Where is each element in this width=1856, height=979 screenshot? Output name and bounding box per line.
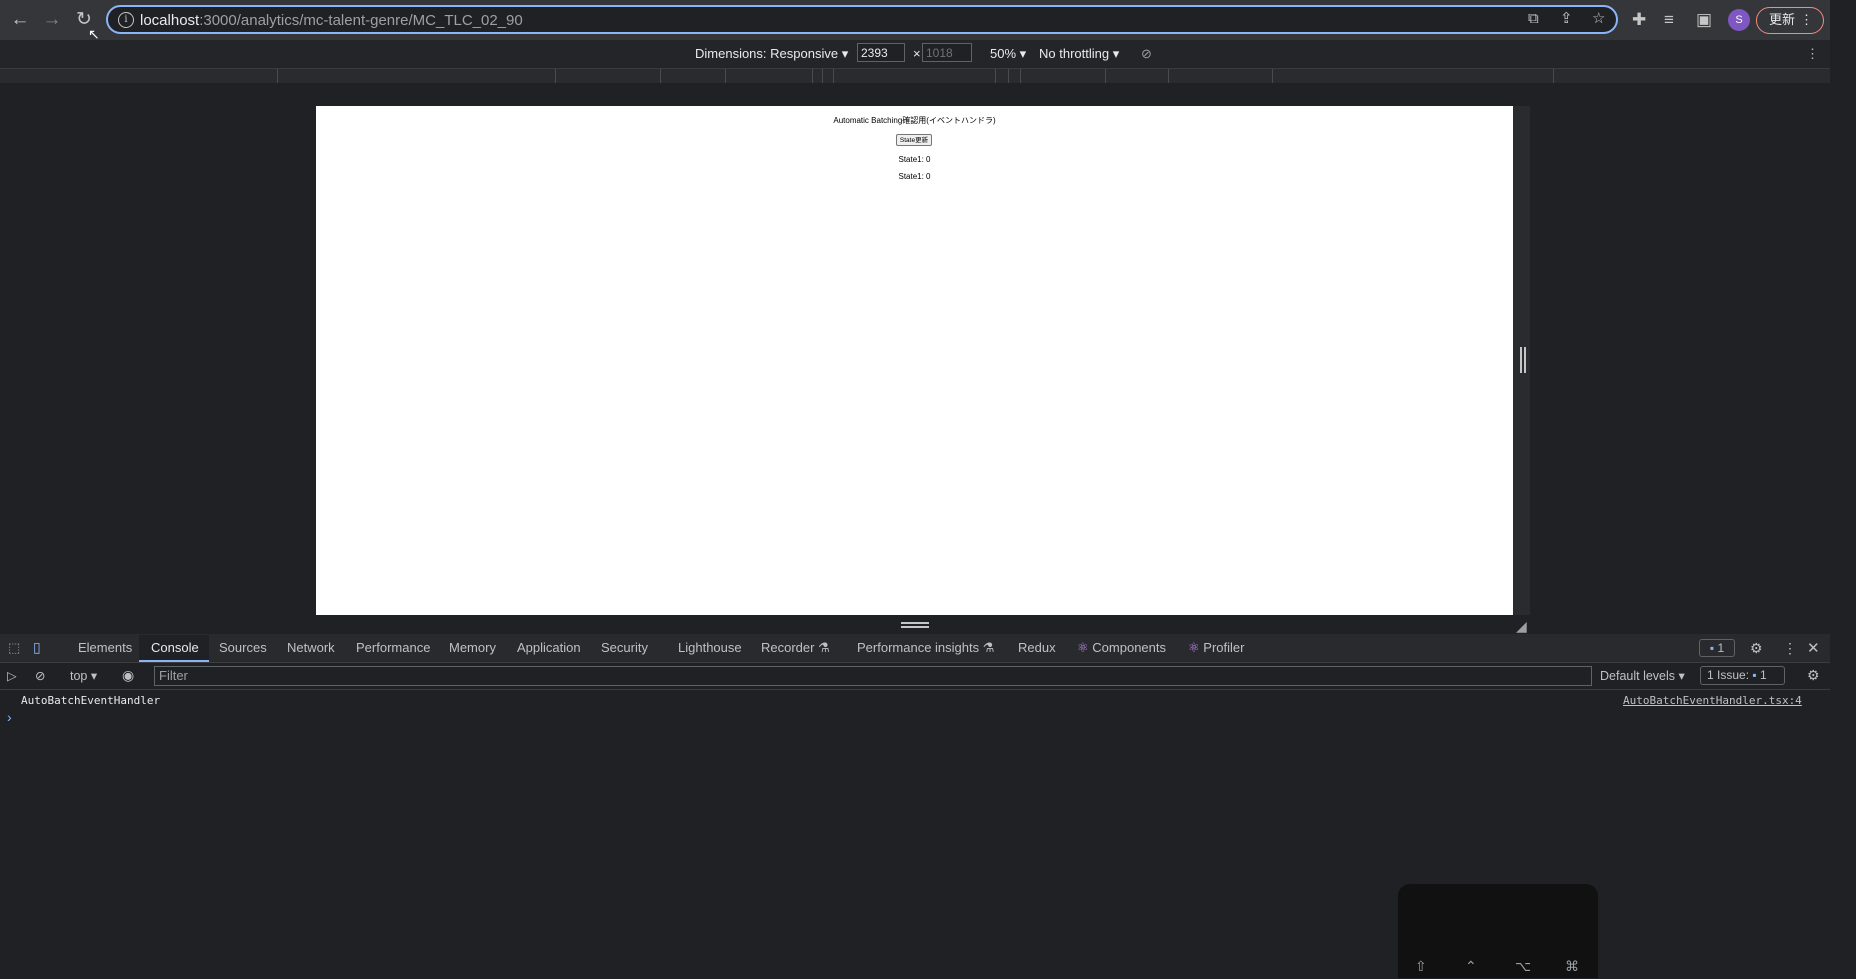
bookmark-star-icon[interactable]: ☆ <box>1592 10 1605 28</box>
close-devtools-icon[interactable]: ✕ <box>1807 639 1820 657</box>
dimensions-dropdown[interactable]: Dimensions: Responsive ▾ <box>695 46 848 62</box>
tab-elements[interactable]: Elements <box>78 640 132 655</box>
tab-profiler[interactable]: ⚛ Profiler <box>1188 640 1244 656</box>
console-log-message: AutoBatchEventHandler <box>21 694 161 707</box>
extensions-icon[interactable]: ✚ <box>1632 8 1646 32</box>
tab-performance-insights[interactable]: Performance insights ⚗ <box>857 640 994 656</box>
page-title: Automatic Batching確認用(イベントハンドラ) <box>833 116 996 125</box>
react-icon: ⚛ <box>1188 640 1200 655</box>
react-icon: ⚛ <box>1077 640 1089 655</box>
resize-handle-bottom[interactable] <box>901 622 929 628</box>
device-more-icon[interactable]: ⋮ <box>1806 46 1819 62</box>
messages-count: 1 <box>1717 641 1725 655</box>
tab-components[interactable]: ⚛ Components <box>1077 640 1166 656</box>
messages-counter[interactable]: ▪ 1 <box>1699 639 1735 657</box>
throttling-label: No throttling <box>1039 46 1110 61</box>
tab-memory[interactable]: Memory <box>449 640 496 655</box>
state1-text-b: State1: 0 <box>898 172 931 181</box>
tab-network[interactable]: Network <box>287 640 335 655</box>
zoom-label: 50% <box>990 46 1017 61</box>
context-selector[interactable]: top ▾ <box>70 668 97 683</box>
address-bar[interactable]: i localhost:3000/analytics/mc-talent-gen… <box>106 5 1618 34</box>
state-update-button[interactable]: State更新 <box>896 134 932 146</box>
update-button[interactable]: 更新 ⋮ <box>1756 7 1824 34</box>
tab-components-label: Components <box>1092 640 1166 655</box>
issues-count: 1 <box>1759 668 1767 682</box>
console-log-source-link[interactable]: AutoBatchEventHandler.tsx:4 <box>1623 694 1802 707</box>
flask-icon: ⚗ <box>982 640 995 655</box>
tab-security[interactable]: Security <box>601 640 648 655</box>
issue-icon: ▪ <box>1752 668 1757 682</box>
command-key-icon: ⌘ <box>1565 958 1579 974</box>
side-panel-icon[interactable]: ▣ <box>1696 8 1712 32</box>
tab-recorder-label: Recorder <box>761 640 815 655</box>
resize-handle-right[interactable] <box>1520 347 1526 373</box>
emulated-viewport: Automatic Batching確認用(イベントハンドラ) State更新 … <box>316 106 1513 615</box>
zoom-dropdown[interactable]: 50% ▾ <box>990 46 1026 62</box>
issues-label: 1 Issue: <box>1707 668 1750 682</box>
window-right-edge <box>1830 0 1856 978</box>
device-toggle-icon[interactable]: ▯ <box>33 639 41 656</box>
log-levels-dropdown[interactable]: Default levels ▾ <box>1600 668 1685 683</box>
device-toolbar: Dimensions: Responsive ▾ × 50% ▾ No thro… <box>0 40 1830 69</box>
profile-avatar[interactable]: S <box>1728 9 1750 31</box>
forward-icon[interactable]: → <box>40 8 64 32</box>
back-icon[interactable]: ← <box>8 8 32 32</box>
tab-lighthouse[interactable]: Lighthouse <box>678 640 742 655</box>
clear-console-icon[interactable]: ⊘ <box>35 668 45 683</box>
issues-counter[interactable]: 1 Issue: ▪ 1 <box>1700 666 1785 685</box>
tab-application[interactable]: Application <box>517 640 581 655</box>
tab-console[interactable]: Console <box>151 640 199 655</box>
dimensions-label: Dimensions: Responsive <box>695 46 839 61</box>
translate-icon[interactable]: ⧉ <box>1528 10 1539 28</box>
update-label: 更新 <box>1769 12 1796 27</box>
rotate-disabled-icon[interactable]: ⊘ <box>1141 46 1152 62</box>
option-key-icon: ⌥ <box>1515 958 1532 974</box>
shift-key-icon: ⇧ <box>1415 958 1427 974</box>
resize-corner-icon[interactable]: ◢ <box>1516 618 1527 635</box>
tab-recorder[interactable]: Recorder ⚗ <box>761 640 830 656</box>
settings-gear-icon[interactable]: ⚙ <box>1750 640 1763 657</box>
tab-profiler-label: Profiler <box>1203 640 1245 655</box>
share-icon[interactable]: ⇪ <box>1560 10 1573 28</box>
media-query-ruler <box>0 69 1830 83</box>
live-expression-eye-icon[interactable]: ◉ <box>122 667 134 684</box>
height-input[interactable]: 1018 <box>922 43 972 62</box>
tab-performance[interactable]: Performance <box>356 640 430 655</box>
tab-performance-insights-label: Performance insights <box>857 640 980 655</box>
tab-redux[interactable]: Redux <box>1018 640 1056 655</box>
url-path: :3000/analytics/mc-talent-genre/MC_TLC_0… <box>199 12 523 29</box>
more-vert-icon: ⋮ <box>1800 12 1813 27</box>
state1-text-a: State1: 0 <box>898 155 931 164</box>
console-settings-icon[interactable]: ⚙ <box>1807 667 1820 684</box>
sidebar-toggle-icon[interactable]: ▷ <box>7 668 17 683</box>
times-icon: × <box>913 46 921 61</box>
console-prompt[interactable]: › <box>7 709 12 725</box>
url-text: localhost:3000/analytics/mc-talent-genre… <box>140 12 523 29</box>
inspect-element-icon[interactable]: ⬚ <box>8 640 20 656</box>
width-input[interactable]: 2393 <box>857 43 905 62</box>
devtools-more-icon[interactable]: ⋮ <box>1783 640 1797 657</box>
url-host: localhost <box>140 12 200 29</box>
reading-list-icon[interactable]: ≡ <box>1664 8 1674 32</box>
console-filter-input[interactable]: Filter <box>154 666 1592 686</box>
flask-icon: ⚗ <box>818 640 830 655</box>
throttling-dropdown[interactable]: No throttling ▾ <box>1039 46 1119 62</box>
message-icon: ▪ <box>1709 641 1715 655</box>
site-info-icon[interactable]: i <box>118 12 134 28</box>
tab-sources[interactable]: Sources <box>219 640 267 655</box>
log-levels-label: Default levels <box>1600 669 1676 683</box>
context-label: top <box>70 669 88 683</box>
control-key-icon: ⌃ <box>1465 958 1477 974</box>
